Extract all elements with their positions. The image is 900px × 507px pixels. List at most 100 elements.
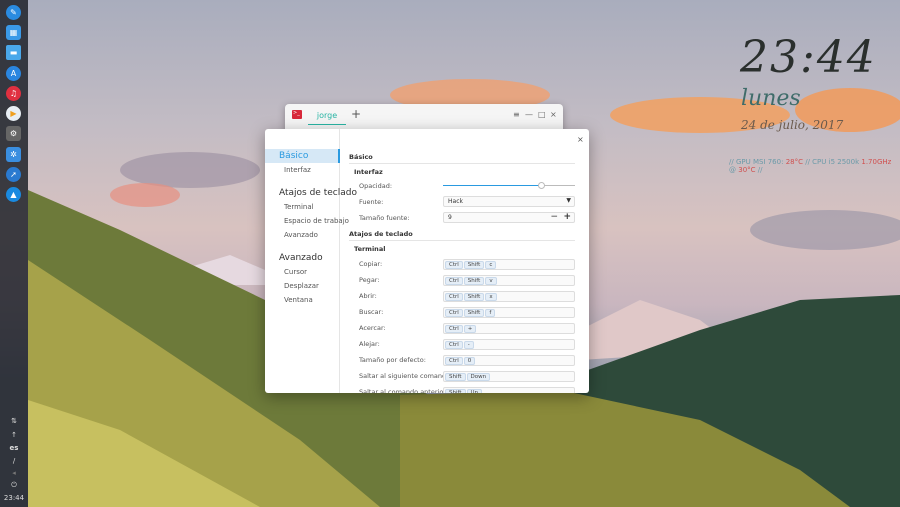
app-store-icon[interactable]: A bbox=[6, 66, 21, 81]
key-cap: Shift bbox=[463, 293, 485, 301]
network-icon[interactable]: ⇅ bbox=[0, 417, 28, 425]
menu-button[interactable]: ≡ bbox=[513, 110, 520, 119]
settings-dialog: Básico Interfaz Atajos de teclado Termin… bbox=[265, 129, 589, 393]
font-size-stepper[interactable]: 9 − + bbox=[443, 212, 575, 223]
key-cap: Shift bbox=[445, 373, 466, 381]
sep: // bbox=[729, 158, 734, 166]
basic-heading: Básico bbox=[349, 153, 575, 164]
slider-handle[interactable] bbox=[538, 182, 545, 189]
launcher-icon[interactable]: ✎ bbox=[6, 5, 21, 20]
key-cap: Ctrl bbox=[445, 277, 463, 285]
shortcut-input[interactable]: Ctrl Shift f bbox=[443, 307, 575, 318]
shortcut-input[interactable]: Ctrl + bbox=[443, 323, 575, 334]
shortcut-label: Tamaño por defecto: bbox=[359, 356, 426, 364]
shortcut-input[interactable]: Ctrl Shift x bbox=[443, 291, 575, 302]
sidebar-terminal[interactable]: Terminal bbox=[284, 203, 314, 211]
font-value: Hack bbox=[448, 198, 463, 205]
key-cap: Ctrl bbox=[445, 261, 463, 269]
settings-sidebar: Básico Interfaz Atajos de teclado Termin… bbox=[265, 129, 357, 393]
chevron-down-icon: ▼ bbox=[566, 197, 571, 204]
sidebar-basico[interactable]: Básico bbox=[265, 149, 340, 163]
cpu-freq: 1.70GHz bbox=[861, 158, 892, 166]
tray-clock[interactable]: 23:44 bbox=[0, 494, 28, 502]
gpu-label: GPU MSI 760: bbox=[735, 158, 784, 166]
file-manager-icon[interactable]: ▬ bbox=[6, 45, 21, 60]
key-cap: 0 bbox=[463, 357, 476, 365]
volume-icon[interactable]: ◂ bbox=[0, 469, 28, 477]
key-cap: Ctrl bbox=[445, 293, 463, 301]
shortcuts-heading: Atajos de teclado bbox=[349, 230, 575, 241]
opacity-label: Opacidad: bbox=[359, 182, 393, 190]
close-button[interactable]: × bbox=[550, 110, 557, 119]
shortcut-label: Saltar al comando anterior: bbox=[359, 388, 449, 393]
terminal-logo-icon: >_ bbox=[292, 110, 302, 119]
increase-button[interactable]: + bbox=[563, 212, 571, 222]
interface-heading: Interfaz bbox=[354, 168, 383, 176]
key-cap: Shift bbox=[445, 389, 466, 393]
opacity-slider[interactable] bbox=[443, 182, 575, 189]
maximize-button[interactable]: □ bbox=[538, 110, 546, 119]
sep: // bbox=[805, 158, 810, 166]
settings-icon[interactable]: ⚙ bbox=[6, 126, 21, 141]
key-cap: Up bbox=[466, 389, 483, 393]
deepin-icon[interactable]: ▲ bbox=[6, 187, 21, 202]
shortcut-input[interactable]: Shift Down bbox=[443, 371, 575, 382]
key-cap: v bbox=[485, 277, 497, 285]
shortcut-label: Buscar: bbox=[359, 308, 384, 316]
desktop-day: lunes bbox=[741, 86, 801, 111]
dock: ✎ ▦ ▬ A ♫ ▶ ⚙ ✲ ➚ ▲ ⇅ ↑ es / ◂ ⏻ 23:44 bbox=[0, 0, 28, 507]
sidebar-atajos[interactable]: Atajos de teclado bbox=[279, 188, 357, 198]
control-center-icon[interactable]: ✲ bbox=[6, 147, 21, 162]
system-info: // GPU MSI 760: 28°C // CPU i5 2500k 1.7… bbox=[729, 158, 900, 174]
sidebar-desplazar[interactable]: Desplazar bbox=[284, 282, 319, 290]
sidebar-avanzado[interactable]: Avanzado bbox=[279, 253, 323, 263]
new-tab-button[interactable]: + bbox=[351, 107, 361, 121]
shortcut-label: Pegar: bbox=[359, 276, 380, 284]
shortcut-label: Copiar: bbox=[359, 260, 383, 268]
size-label: Tamaño fuente: bbox=[359, 214, 410, 222]
key-cap: Ctrl bbox=[445, 325, 463, 333]
shortcut-input[interactable]: Ctrl - bbox=[443, 339, 575, 350]
shortcut-input[interactable]: Ctrl 0 bbox=[443, 355, 575, 366]
desktop-clock: 23:44 bbox=[740, 32, 877, 83]
desktop-date: 24 de julio, 2017 bbox=[741, 118, 844, 132]
sidebar-cursor[interactable]: Cursor bbox=[284, 268, 307, 276]
multitask-icon[interactable]: ▦ bbox=[6, 25, 21, 40]
key-cap: x bbox=[485, 293, 497, 301]
key-cap: Shift bbox=[463, 277, 485, 285]
shortcut-label: Abrir: bbox=[359, 292, 377, 300]
cpu-label: CPU i5 2500k bbox=[812, 158, 860, 166]
key-cap: Down bbox=[466, 373, 491, 381]
cpu-temp: 30°C bbox=[738, 166, 756, 174]
decrease-button[interactable]: − bbox=[550, 212, 558, 222]
dialog-close-button[interactable]: × bbox=[577, 135, 584, 144]
shortcut-input[interactable]: Ctrl Shift c bbox=[443, 259, 575, 270]
key-cap: - bbox=[463, 341, 474, 349]
shortcut-label: Alejar: bbox=[359, 340, 380, 348]
music-icon[interactable]: ♫ bbox=[6, 86, 21, 101]
sidebar-espacio[interactable]: Espacio de trabajo bbox=[284, 217, 349, 225]
font-select[interactable]: Hack ▼ bbox=[443, 196, 575, 207]
key-cap: f bbox=[485, 309, 496, 317]
power-icon[interactable]: ⏻ bbox=[0, 481, 28, 490]
sidebar-ventana[interactable]: Ventana bbox=[284, 296, 313, 304]
shortcut-input[interactable]: Shift Up bbox=[443, 387, 575, 393]
key-cap: Shift bbox=[463, 261, 485, 269]
shortcut-label: Acercar: bbox=[359, 324, 386, 332]
terminal-heading: Terminal bbox=[354, 245, 386, 253]
key-cap: Ctrl bbox=[445, 357, 463, 365]
sidebar-interfaz[interactable]: Interfaz bbox=[284, 166, 311, 174]
usb-icon[interactable]: ↑ bbox=[0, 431, 28, 439]
terminal-tab[interactable]: jorge bbox=[308, 107, 346, 125]
key-cap: Ctrl bbox=[445, 309, 463, 317]
shortcut-input[interactable]: Ctrl Shift v bbox=[443, 275, 575, 286]
video-player-icon[interactable]: ▶ bbox=[6, 106, 21, 121]
sidebar-avanzado-atajos[interactable]: Avanzado bbox=[284, 231, 318, 239]
pen-icon[interactable]: / bbox=[0, 457, 28, 465]
at: @ bbox=[729, 166, 736, 174]
minimize-button[interactable]: — bbox=[525, 110, 533, 119]
sep: // bbox=[757, 166, 763, 174]
browser-icon[interactable]: ➚ bbox=[6, 167, 21, 182]
language-indicator[interactable]: es bbox=[0, 444, 28, 452]
key-cap: Ctrl bbox=[445, 341, 463, 349]
